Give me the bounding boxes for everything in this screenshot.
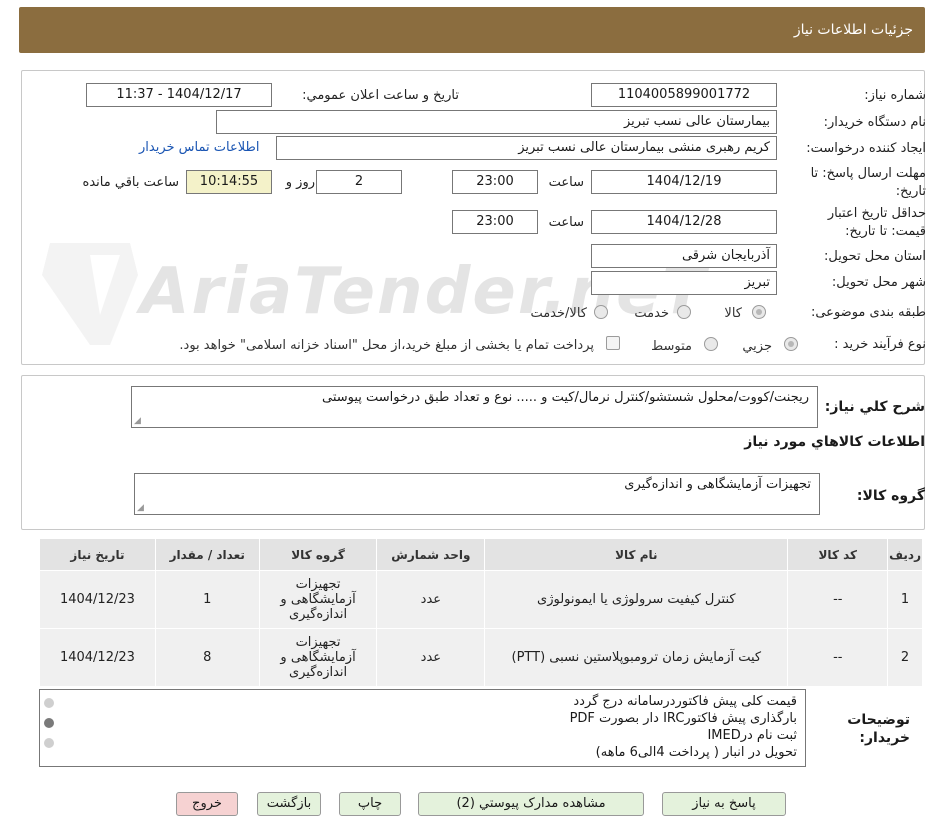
- scroll-down-icon[interactable]: [44, 738, 54, 748]
- col-header-date: تاريخ نياز: [39, 538, 156, 571]
- col-header-unit: واحد شمارش: [376, 538, 486, 571]
- creator-label: ايجاد کننده درخواست:: [806, 141, 926, 156]
- buyer-note-line: ثبت نام درIMED: [707, 728, 797, 743]
- validity-label-2: قیمت: تا تاریخ:: [845, 224, 926, 239]
- cell-date: 1404/12/23: [39, 570, 156, 629]
- buyer-note-line: قیمت کلی پیش فاکتوردرسامانه درج گردد: [573, 694, 797, 709]
- cell-group-line: آزمایشگاهی و: [280, 592, 356, 607]
- goods-group-label: گروه کالا:: [856, 488, 925, 504]
- col-header-qty: تعداد / مقدار: [154, 538, 260, 571]
- cell-group: تجهیزات آزمایشگاهی و اندازه‌گیری: [258, 570, 378, 629]
- col-header-name: نام کالا: [484, 538, 789, 571]
- cell-name: کیت آزمایش زمان ترومبوپلاستین نسبی (PTT): [484, 628, 789, 687]
- back-button[interactable]: بازگشت: [257, 792, 321, 816]
- cell-row: 2: [887, 628, 923, 687]
- remaining-time-field: 10:14:55: [186, 170, 272, 194]
- payment-note: پرداخت تمام یا بخشی از مبلغ خرید،از محل …: [179, 338, 594, 353]
- category-radio-service[interactable]: [677, 305, 691, 319]
- cell-name: کنترل کیفیت سرولوژی یا ایمونولوژی: [484, 570, 789, 629]
- col-header-group: گروه کالا: [258, 538, 378, 571]
- process-option-minor: جزيي: [742, 339, 772, 354]
- cell-qty: 1: [154, 570, 260, 629]
- category-radio-goods[interactable]: [752, 305, 766, 319]
- cell-code: --: [787, 570, 889, 629]
- table-header-row: رديف کد کالا نام کالا واحد شمارش گروه کا…: [39, 538, 923, 571]
- category-radio-both[interactable]: [594, 305, 608, 319]
- description-field: ریجنت/کووت/محلول شستشو/کنترل نرمال/کیت و…: [131, 386, 818, 428]
- deadline-time-label: ساعت: [548, 175, 584, 190]
- goods-group-text: تجهیزات آزمایشگاهی و اندازه‌گیری: [624, 477, 811, 492]
- resize-handle-icon[interactable]: ◢: [134, 416, 141, 426]
- process-radio-medium[interactable]: [704, 337, 718, 351]
- deadline-time-field: 23:00: [452, 170, 538, 194]
- buyer-contact-link[interactable]: اطلاعات تماس خريدار: [139, 140, 259, 155]
- announce-label: تاریخ و ساعت اعلان عمومي:: [302, 88, 459, 103]
- cell-group: تجهیزات آزمایشگاهی و اندازه‌گیری: [258, 628, 378, 687]
- province-label: استان محل تحویل:: [824, 249, 926, 264]
- province-field: آذربایجان شرقی: [591, 244, 777, 268]
- validity-time-field: 23:00: [452, 210, 538, 234]
- buyer-notes-label: توضيحات: [847, 712, 910, 728]
- goods-group-field: تجهیزات آزمایشگاهی و اندازه‌گیری ◢: [134, 473, 820, 515]
- goods-section-title: اطلاعات کالاهاي مورد نياز: [744, 434, 925, 450]
- resize-handle-icon[interactable]: ◢: [137, 503, 144, 513]
- remaining-label: ساعت باقي مانده: [82, 175, 179, 190]
- attachments-button[interactable]: مشاهده مدارک پيوستي (2): [418, 792, 644, 816]
- creator-field: کریم رهبری منشی بیمارستان عالی نسب تبریز: [276, 136, 777, 160]
- validity-date-field: 1404/12/28: [591, 210, 777, 234]
- scroll-up-icon[interactable]: [44, 698, 54, 708]
- validity-time-label: ساعت: [548, 215, 584, 230]
- items-table: رديف کد کالا نام کالا واحد شمارش گروه کا…: [39, 538, 923, 687]
- validity-label: حداقل تاریخ اعتبار: [827, 206, 926, 221]
- treasury-checkbox[interactable]: [606, 336, 620, 350]
- buyer-note-line: بارگذاری پیش فاکتورIRC دار بصورت PDF: [569, 711, 797, 726]
- days-label: روز و: [285, 175, 315, 190]
- city-label: شهر محل تحویل:: [831, 275, 926, 290]
- cell-unit: عدد: [376, 570, 486, 629]
- table-row: 1 -- کنترل کیفیت سرولوژی یا ایمونولوژی ع…: [39, 570, 923, 629]
- deadline-label: مهلت ارسال پاسخ: تا: [810, 166, 926, 181]
- buyer-org-field: بیمارستان عالی نسب تبریز: [216, 110, 777, 134]
- cell-group-line: تجهیزات: [295, 635, 341, 650]
- print-button[interactable]: چاپ: [339, 792, 401, 816]
- days-field: 2: [316, 170, 402, 194]
- process-label: نوع فرآیند خرید :: [834, 337, 926, 352]
- cell-group-line: آزمایشگاهی و: [280, 650, 356, 665]
- cell-row: 1: [887, 570, 923, 629]
- description-label: شرح کلي نياز:: [824, 399, 925, 415]
- page-title: جزئیات اطلاعات نیاز: [793, 22, 913, 38]
- need-number-label: شماره نیاز:: [864, 88, 926, 103]
- col-header-code: کد کالا: [787, 538, 889, 571]
- need-number-field: 1104005899001772: [591, 83, 777, 107]
- buyer-org-label: نام دستگاه خريدار:: [823, 115, 926, 130]
- buyer-notes-label-2: خريدار:: [859, 730, 910, 746]
- reply-button[interactable]: پاسخ به نياز: [662, 792, 786, 816]
- cell-unit: عدد: [376, 628, 486, 687]
- buyer-note-line: تحویل در انبار ( پرداخت 4الی6 ماهه): [595, 745, 797, 760]
- table-row: 2 -- کیت آزمایش زمان ترومبوپلاستین نسبی …: [39, 628, 923, 687]
- description-text: ریجنت/کووت/محلول شستشو/کنترل نرمال/کیت و…: [321, 390, 809, 405]
- page-header: جزئیات اطلاعات نیاز: [19, 7, 925, 53]
- process-option-medium: متوسط: [651, 339, 692, 354]
- deadline-label-2: تاریخ:: [895, 184, 926, 199]
- exit-button[interactable]: خروج: [176, 792, 238, 816]
- cell-qty: 8: [154, 628, 260, 687]
- deadline-date-field: 1404/12/19: [591, 170, 777, 194]
- announce-field: 1404/12/17 - 11:37: [86, 83, 272, 107]
- buyer-notes-field: قیمت کلی پیش فاکتوردرسامانه درج گردد بار…: [39, 689, 806, 767]
- cell-code: --: [787, 628, 889, 687]
- city-field: تبریز: [591, 271, 777, 295]
- col-header-row: رديف: [887, 538, 923, 571]
- category-option-service: خدمت: [634, 306, 669, 321]
- cell-group-line: اندازه‌گیری: [288, 665, 348, 680]
- process-radio-minor[interactable]: [784, 337, 798, 351]
- category-option-both: کالا/خدمت: [530, 306, 587, 321]
- category-label: طبقه بندی موضوعی:: [810, 305, 926, 320]
- scroll-thumb-icon[interactable]: [44, 718, 54, 728]
- cell-group-line: تجهیزات: [295, 577, 341, 592]
- cell-group-line: اندازه‌گیری: [288, 607, 348, 622]
- notes-scrollbar[interactable]: [42, 696, 56, 758]
- category-option-goods: کالا: [724, 306, 742, 321]
- cell-date: 1404/12/23: [39, 628, 156, 687]
